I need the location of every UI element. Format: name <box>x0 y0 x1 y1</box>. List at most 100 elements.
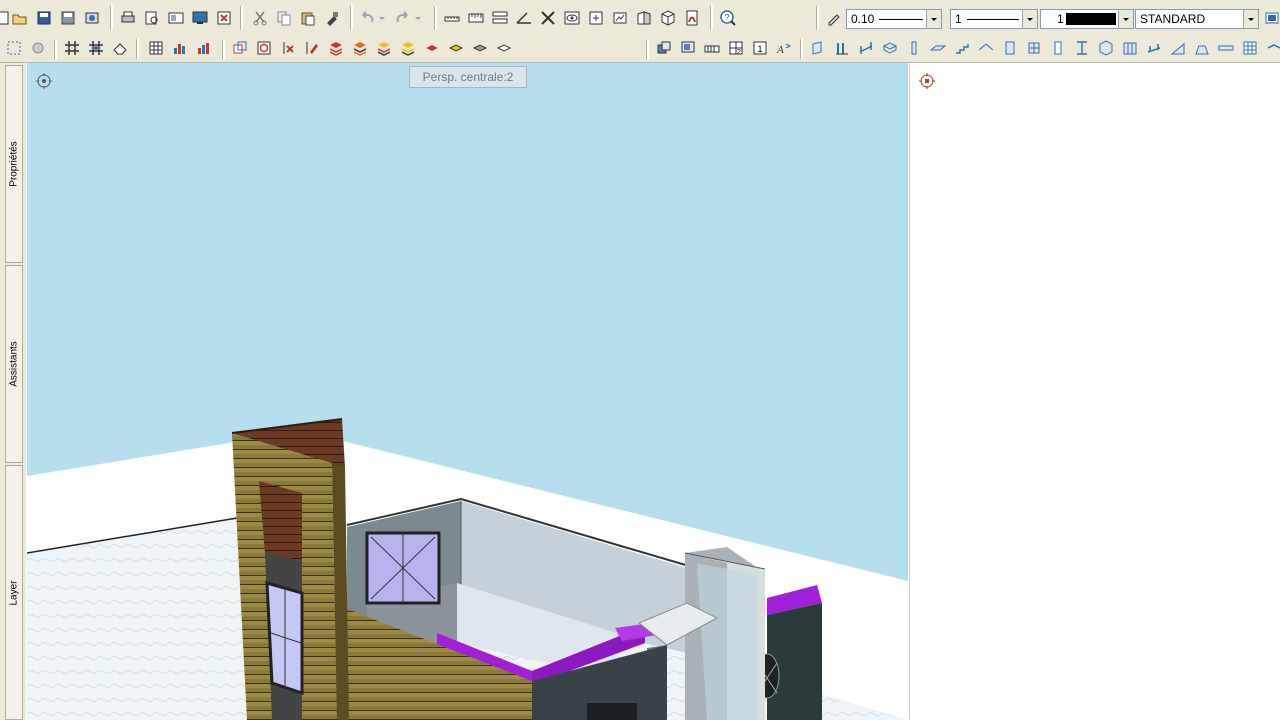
delete-icon[interactable] <box>278 38 298 58</box>
layout-icon[interactable] <box>166 8 186 28</box>
screen-icon[interactable] <box>190 8 210 28</box>
layers-yellow-icon[interactable] <box>398 38 418 58</box>
stair-flight-icon[interactable] <box>952 38 972 58</box>
layer-outline-icon[interactable] <box>494 38 514 58</box>
tools-icon[interactable] <box>538 8 558 28</box>
target-icon[interactable] <box>918 72 936 90</box>
pdf-export-icon[interactable] <box>682 8 702 28</box>
paste-icon[interactable] <box>298 8 318 28</box>
group-icon[interactable] <box>654 38 674 58</box>
modify-icon[interactable] <box>302 38 322 58</box>
cut-icon[interactable] <box>250 8 270 28</box>
layers-orange-icon[interactable] <box>350 38 370 58</box>
view-eye-icon[interactable] <box>562 8 582 28</box>
section-icon[interactable] <box>634 8 654 28</box>
ramp-icon[interactable] <box>1168 38 1188 58</box>
curtain-wall-icon[interactable] <box>1240 38 1260 58</box>
layer-flat-gray-icon[interactable] <box>470 38 490 58</box>
column-icon[interactable] <box>832 38 852 58</box>
window-icon[interactable] <box>1024 38 1044 58</box>
layer-flat-yellow-icon[interactable] <box>446 38 466 58</box>
ruler-icon[interactable] <box>466 8 486 28</box>
bar-chart-icon[interactable] <box>170 38 190 58</box>
print-preview-icon[interactable] <box>142 8 162 28</box>
pen-width-combo[interactable]: 0.10 <box>846 9 942 29</box>
grid-hash-icon[interactable] <box>62 38 82 58</box>
floor-slab-icon[interactable] <box>928 38 948 58</box>
more-tools-icon[interactable] <box>1264 38 1280 58</box>
undo-dropdown-icon[interactable] <box>376 8 388 28</box>
redo-dropdown-icon[interactable] <box>412 8 424 28</box>
ungroup-icon[interactable] <box>678 38 698 58</box>
object-3d-icon[interactable] <box>1096 38 1116 58</box>
railing-icon[interactable] <box>1144 38 1164 58</box>
save-icon[interactable] <box>34 8 54 28</box>
navigation-compass-icon[interactable] <box>35 72 53 90</box>
open-folder-icon[interactable] <box>10 8 30 28</box>
chevron-down-icon[interactable] <box>926 10 941 28</box>
save-as-icon[interactable] <box>58 8 78 28</box>
layers-mixed-icon[interactable] <box>374 38 394 58</box>
toolbar-separator <box>136 39 139 59</box>
undo-icon[interactable] <box>358 8 378 28</box>
eraser-icon[interactable] <box>110 38 130 58</box>
pen-icon[interactable] <box>824 8 844 28</box>
print-icon[interactable] <box>118 8 138 28</box>
redo-icon[interactable] <box>392 8 412 28</box>
text-style-icon[interactable]: A <box>774 38 794 58</box>
pen-line-preview <box>879 19 923 20</box>
table-icon[interactable] <box>146 38 166 58</box>
beam-icon[interactable] <box>856 38 876 58</box>
render-icon[interactable] <box>610 8 630 28</box>
tab-layer[interactable]: Layer <box>5 465 23 720</box>
lintel-icon[interactable] <box>1216 38 1236 58</box>
slab-icon[interactable] <box>880 38 900 58</box>
stair-icon[interactable] <box>702 38 722 58</box>
wall-icon[interactable] <box>808 38 828 58</box>
layers-red-icon[interactable] <box>326 38 346 58</box>
help-icon[interactable]: ? <box>718 8 738 28</box>
toolbar-row-1: ? 0.10 1 1 STANDARD <box>0 0 1280 37</box>
copy-icon[interactable] <box>274 8 294 28</box>
close-view-icon[interactable] <box>214 8 234 28</box>
line-type-value: 1 <box>955 12 962 26</box>
snap-grid-icon[interactable] <box>4 38 24 58</box>
niche-icon[interactable] <box>1048 38 1068 58</box>
copy-object-icon[interactable] <box>230 38 250 58</box>
perspective-viewport[interactable] <box>27 63 908 720</box>
door-icon[interactable] <box>1000 38 1020 58</box>
chimney-icon[interactable] <box>1192 38 1212 58</box>
chevron-down-icon[interactable] <box>1243 10 1258 28</box>
toolbar-separator <box>816 6 819 30</box>
pillar-icon[interactable] <box>904 38 924 58</box>
chevron-down-icon[interactable] <box>1022 10 1037 28</box>
view-label[interactable]: Persp. centrale:2 <box>409 66 527 88</box>
line-type-combo[interactable]: 1 <box>950 9 1038 29</box>
publish-icon[interactable] <box>82 8 102 28</box>
format-painter-icon[interactable] <box>322 8 342 28</box>
grid-settings-icon[interactable] <box>86 38 106 58</box>
report-icon[interactable] <box>194 38 214 58</box>
facade-icon[interactable] <box>1120 38 1140 58</box>
view-label-text: Persp. centrale:2 <box>422 70 514 84</box>
tab-assistants[interactable]: Assistants <box>5 265 23 463</box>
floor-one-icon[interactable]: 1 <box>750 38 770 58</box>
toolbar-separator <box>110 6 113 30</box>
color-combo[interactable]: 1 <box>1040 9 1134 29</box>
snap-options-icon[interactable] <box>28 38 48 58</box>
plan-viewport[interactable] <box>909 63 1280 720</box>
roof-icon[interactable] <box>976 38 996 58</box>
cube-view-icon[interactable] <box>658 8 678 28</box>
tab-proprietes[interactable]: Propriétés <box>5 65 23 263</box>
opening-icon[interactable] <box>1072 38 1092 58</box>
dimension-line-icon[interactable] <box>442 8 462 28</box>
layer-flat-red-icon[interactable] <box>422 38 442 58</box>
rotate-icon[interactable] <box>254 38 274 58</box>
nav-3d-icon[interactable] <box>586 8 606 28</box>
layer-manager-icon[interactable] <box>1262 8 1280 28</box>
plan-view-icon[interactable]: 2 <box>726 38 746 58</box>
area-measure-icon[interactable] <box>490 8 510 28</box>
chevron-down-icon[interactable] <box>1118 10 1133 28</box>
angle-measure-icon[interactable] <box>514 8 534 28</box>
layer-style-combo[interactable]: STANDARD <box>1135 9 1259 29</box>
